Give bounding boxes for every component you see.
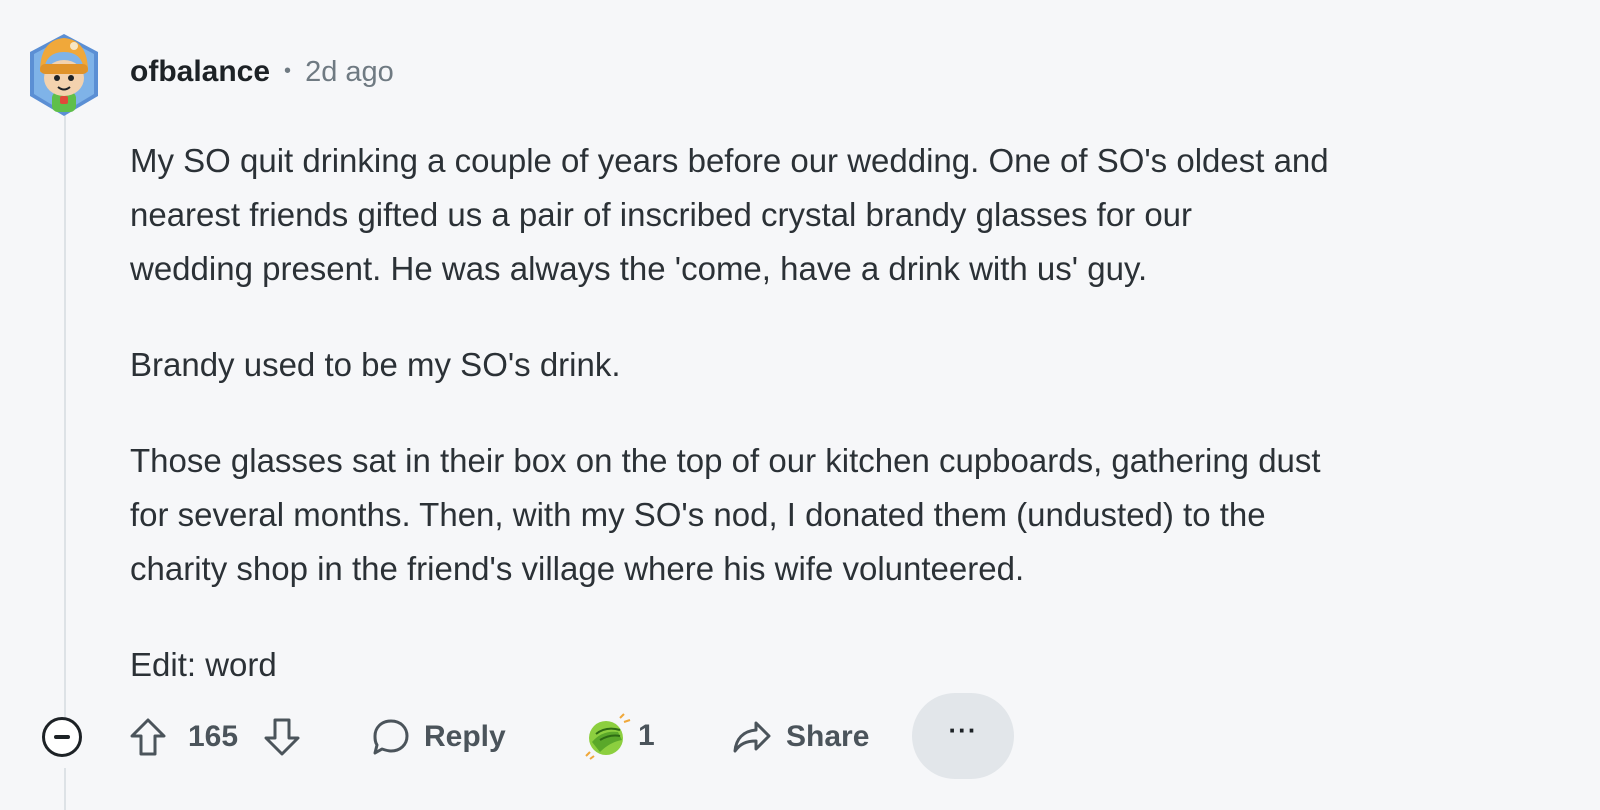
facepalm-award-icon — [585, 713, 631, 760]
comment-paragraph: My SO quit drinking a couple of years be… — [130, 142, 1329, 287]
collapse-thread-button[interactable] — [42, 717, 82, 757]
username[interactable]: ofbalance — [130, 55, 270, 89]
more-options-button[interactable]: ··· — [912, 693, 1014, 779]
comment-header: ofbalance • 2d ago — [130, 52, 394, 92]
timestamp[interactable]: 2d ago — [305, 56, 394, 89]
thread-line[interactable] — [64, 112, 66, 722]
upvote-button[interactable] — [128, 716, 168, 758]
comment-paragraph: Edit: word — [130, 646, 277, 683]
comment-actions: 165 Reply 1 Share ··· — [0, 693, 1600, 779]
speech-bubble-icon — [373, 719, 409, 755]
downvote-button[interactable] — [262, 716, 302, 758]
reply-button[interactable]: Reply — [372, 715, 506, 759]
vote-score: 165 — [188, 720, 239, 753]
arrow-up-icon — [130, 718, 166, 756]
avatar[interactable] — [26, 30, 102, 120]
comment-paragraph: Brandy used to be my SO's drink. — [130, 346, 621, 383]
share-label: Share — [786, 720, 870, 753]
award-count: 1 — [638, 719, 655, 752]
share-button[interactable]: Share — [732, 715, 869, 759]
comment-paragraph: Those glasses sat in their box on the to… — [130, 442, 1321, 587]
ellipsis-icon: ··· — [948, 714, 978, 745]
comment: ofbalance • 2d ago My SO quit drinking a… — [0, 0, 1600, 810]
vote-group: 165 — [128, 715, 302, 759]
award-button[interactable]: 1 — [584, 711, 655, 761]
comment-body: My SO quit drinking a couple of years be… — [130, 134, 1570, 692]
snoo-avatar-icon — [30, 34, 98, 116]
arrow-down-icon — [264, 718, 300, 756]
separator-dot: • — [284, 59, 292, 82]
reply-label: Reply — [424, 720, 506, 753]
share-arrow-icon — [733, 721, 771, 753]
